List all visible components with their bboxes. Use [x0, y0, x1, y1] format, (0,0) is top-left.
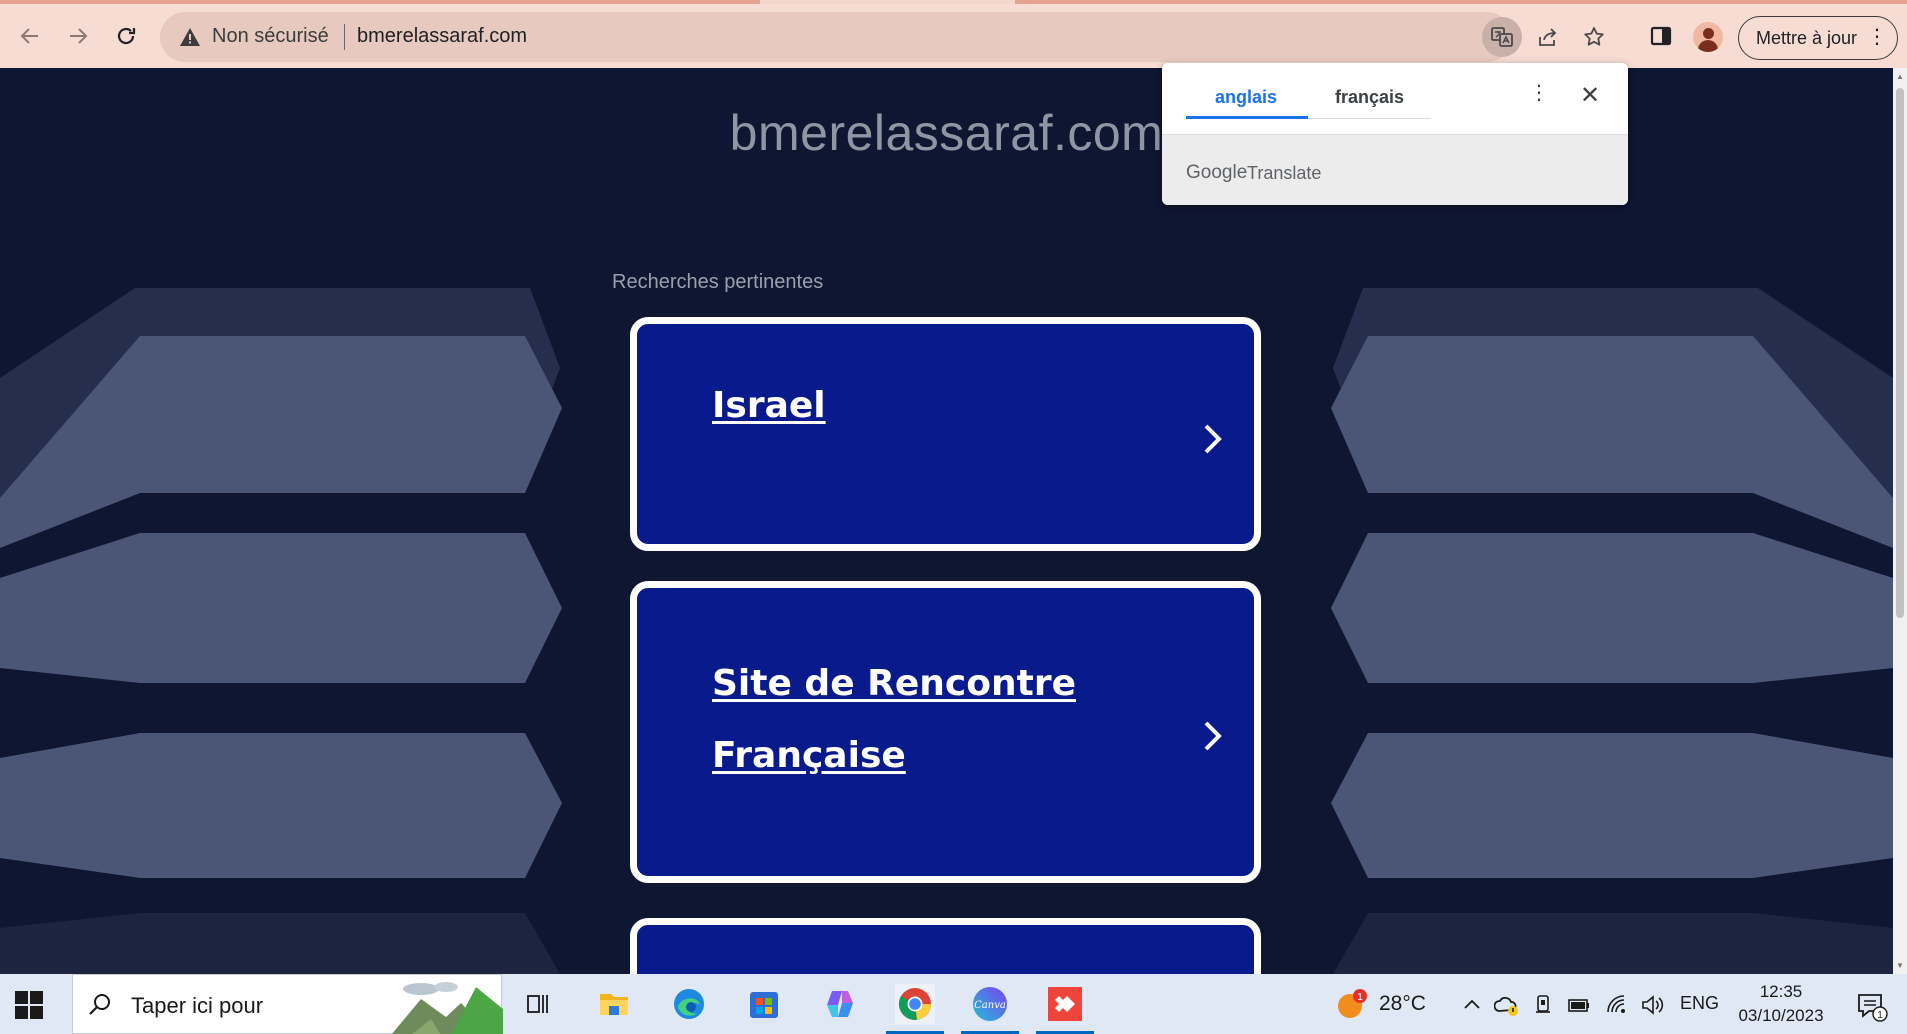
reload-icon [117, 27, 136, 45]
back-button[interactable] [12, 18, 48, 54]
card-link-text[interactable]: Française [712, 720, 906, 792]
translate-footer: Google Translate [1162, 134, 1628, 205]
copilot-button[interactable] [820, 984, 860, 1024]
share-button[interactable] [1528, 17, 1568, 57]
side-panel-button[interactable] [1645, 20, 1677, 52]
google-logo: Google [1186, 162, 1248, 183]
more-vert-icon[interactable]: ⋮ [1867, 27, 1887, 47]
search-highlight-illustration-icon [391, 982, 503, 1034]
weather-temperature[interactable]: 28°C [1379, 992, 1426, 1016]
avatar-head [1703, 28, 1714, 39]
scrollbar-thumb[interactable] [1896, 88, 1904, 618]
profile-avatar-icon[interactable] [1693, 22, 1723, 52]
copilot-icon [827, 991, 853, 1017]
anydesk-button[interactable] [1036, 984, 1094, 1034]
share-icon [1539, 28, 1557, 46]
omnibox-separator [344, 24, 345, 50]
search-icon [89, 994, 110, 1015]
weather-sun-icon[interactable]: 1 [1336, 988, 1368, 1020]
browser-toolbar: Non sécurisé bmerelassaraf.com Mettre à … [0, 4, 1907, 68]
bookmark-button[interactable] [1574, 17, 1614, 57]
taskbar-search-box[interactable]: Taper ici pour [72, 974, 503, 1034]
canva-button[interactable]: Canva [961, 984, 1019, 1034]
related-link-card[interactable]: Israel [630, 317, 1261, 551]
forward-button[interactable] [60, 18, 96, 54]
related-link-card[interactable]: Site de Rencontre Française [630, 581, 1261, 883]
canva-wordmark: Canva [974, 1000, 1006, 1011]
chrome-button[interactable] [886, 984, 944, 1034]
search-placeholder[interactable]: Taper ici pour [131, 993, 263, 1019]
card-link-text[interactable]: Site de Rencontre [712, 648, 1076, 720]
tab-active-indicator [1186, 116, 1308, 119]
side-panel-icon [1650, 26, 1672, 46]
security-status-label[interactable]: Non sécurisé [212, 25, 329, 48]
task-view-icon [527, 995, 548, 1013]
system-clock[interactable]: 12:35 03/10/2023 [1731, 980, 1831, 1028]
scroll-down-arrow-icon[interactable]: ▼ [1896, 961, 1904, 970]
address-bar[interactable]: Non sécurisé bmerelassaraf.com [160, 12, 1604, 62]
reload-button[interactable] [108, 18, 144, 54]
windows-start-icon[interactable] [14, 990, 44, 1020]
card-link-text[interactable]: Israel [712, 370, 826, 442]
notification-center-icon[interactable]: 1 [1856, 992, 1888, 1022]
windows-taskbar: Taper ici pour Canva 1 28°C ENG 12:35 03… [0, 974, 1907, 1034]
chevron-right-icon [1204, 424, 1222, 454]
clock-time: 12:35 [1759, 982, 1803, 1001]
tab-source-language[interactable]: anglais [1215, 87, 1277, 108]
related-searches-heading: Recherches pertinentes [612, 271, 824, 293]
back-arrow-icon [20, 28, 38, 44]
volume-icon[interactable] [1640, 992, 1666, 1018]
microsoft-store-button[interactable] [744, 984, 784, 1024]
chevron-right-icon [1204, 721, 1222, 751]
edge-icon [674, 989, 704, 1019]
anydesk-icon [1048, 987, 1082, 1021]
input-language[interactable]: ENG [1680, 993, 1719, 1014]
task-view-button[interactable] [517, 984, 557, 1024]
url-text[interactable]: bmerelassaraf.com [357, 25, 527, 48]
translate-popup: anglais français ⋮ ✕ Google Translate [1162, 63, 1628, 205]
warning-triangle-icon[interactable] [178, 25, 202, 49]
related-link-card[interactable] [630, 918, 1261, 974]
wifi-icon[interactable] [1604, 992, 1630, 1018]
translate-icon [1491, 27, 1513, 47]
notification-count: 1 [1877, 1010, 1883, 1021]
file-explorer-button[interactable] [594, 984, 634, 1024]
translate-options-icon[interactable]: ⋮ [1529, 83, 1549, 103]
bookmark-star-icon [1584, 27, 1604, 46]
close-icon[interactable]: ✕ [1580, 81, 1600, 110]
battery-icon[interactable] [1566, 992, 1592, 1018]
scroll-up-arrow-icon[interactable]: ▲ [1896, 72, 1904, 81]
chrome-icon [898, 988, 931, 1020]
file-explorer-icon [600, 994, 628, 1015]
avatar-body [1698, 40, 1718, 52]
update-button[interactable]: Mettre à jour ⋮ [1738, 16, 1898, 60]
canva-icon: Canva [973, 987, 1007, 1021]
microsoft-store-icon [750, 992, 778, 1018]
clock-date: 03/10/2023 [1738, 1006, 1824, 1025]
edge-button[interactable] [669, 984, 709, 1024]
update-button-label: Mettre à jour [1756, 27, 1858, 48]
forward-arrow-icon [70, 28, 88, 44]
page-scrollbar[interactable]: ▲ ▼ [1893, 68, 1907, 974]
translate-brand-label: Translate [1247, 163, 1322, 183]
meet-now-icon[interactable] [1531, 992, 1557, 1018]
tab-target-language[interactable]: français [1335, 87, 1404, 108]
chevron-up-icon[interactable] [1459, 992, 1485, 1018]
onedrive-warning-icon[interactable] [1494, 992, 1520, 1018]
weather-badge: 1 [1357, 992, 1363, 1003]
translate-button[interactable] [1482, 17, 1522, 57]
